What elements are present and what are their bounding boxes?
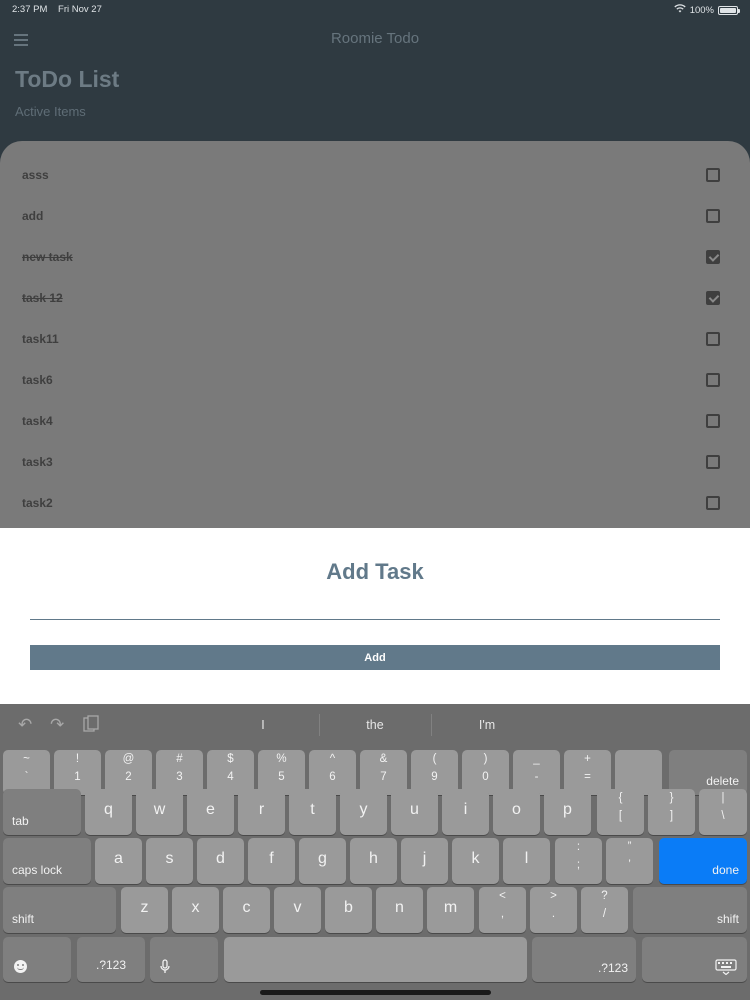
done-key[interactable]: done xyxy=(659,838,747,884)
home-indicator xyxy=(260,990,491,995)
todo-list: asss add new task task 12 task11 task6 t… xyxy=(0,141,750,561)
key-k[interactable]: k xyxy=(452,838,499,884)
todo-label: new task xyxy=(22,250,73,264)
key-v[interactable]: v xyxy=(274,887,321,933)
list-item: new task xyxy=(0,237,750,278)
todo-label: task11 xyxy=(22,332,59,346)
key-d[interactable]: d xyxy=(197,838,244,884)
list-item: task6 xyxy=(0,360,750,401)
todo-checkbox[interactable] xyxy=(706,250,720,264)
caps-lock-key[interactable]: caps lock xyxy=(3,838,91,884)
key-j[interactable]: j xyxy=(401,838,448,884)
numbers-key-left[interactable]: .?123 xyxy=(77,937,145,982)
key-n[interactable]: n xyxy=(376,887,423,933)
todo-label: task 12 xyxy=(22,291,63,305)
key-y[interactable]: y xyxy=(340,789,387,835)
todo-label: task4 xyxy=(22,414,53,428)
task-input[interactable] xyxy=(30,598,720,620)
todo-label: task6 xyxy=(22,373,53,387)
battery-percent: 100% xyxy=(689,4,714,16)
app-title: Roomie Todo xyxy=(330,30,420,47)
key-l[interactable]: l xyxy=(503,838,550,884)
keyboard-dismiss-icon xyxy=(715,959,737,980)
todo-checkbox[interactable] xyxy=(706,455,720,469)
list-item: task2 xyxy=(0,483,750,524)
key-f[interactable]: f xyxy=(248,838,295,884)
todo-label: add xyxy=(22,209,44,223)
todo-label: task3 xyxy=(22,455,53,469)
list-item: task3 xyxy=(0,442,750,483)
key-slash[interactable]: ? / xyxy=(581,887,628,933)
key-i[interactable]: i xyxy=(442,789,489,835)
key-z[interactable]: z xyxy=(121,887,168,933)
status-bar: 2:37 PM Fri Nov 27 100% xyxy=(0,0,750,20)
key-u[interactable]: u xyxy=(391,789,438,835)
key-g[interactable]: g xyxy=(299,838,346,884)
key-o[interactable]: o xyxy=(493,789,540,835)
todo-checkbox[interactable] xyxy=(706,496,720,510)
todo-checkbox[interactable] xyxy=(706,414,720,428)
page-subtitle: Active Items xyxy=(15,104,86,119)
todo-checkbox[interactable] xyxy=(706,209,720,223)
emoji-key[interactable] xyxy=(3,937,71,982)
status-time: 2:37 PM xyxy=(12,4,48,15)
key-t[interactable]: t xyxy=(289,789,336,835)
key-right-bracket[interactable]: }] xyxy=(648,789,695,835)
list-item: add xyxy=(0,196,750,237)
key-p[interactable]: p xyxy=(544,789,591,835)
left-shift-key[interactable]: shift xyxy=(3,887,116,933)
list-item: asss xyxy=(0,155,750,196)
key-period[interactable]: >. xyxy=(530,887,577,933)
key-r[interactable]: r xyxy=(238,789,285,835)
key-a[interactable]: a xyxy=(95,838,142,884)
add-task-panel: Add Task Add xyxy=(0,528,750,704)
dismiss-keyboard-key[interactable] xyxy=(642,937,747,982)
dictation-key[interactable] xyxy=(150,937,218,982)
key-m[interactable]: m xyxy=(427,887,474,933)
page-title: ToDo List xyxy=(15,66,120,92)
status-date: Fri Nov 27 xyxy=(58,4,102,15)
microphone-icon xyxy=(160,959,170,980)
add-task-title: Add Task xyxy=(326,559,424,584)
numbers-key-right[interactable]: .?123 xyxy=(532,937,636,982)
key-h[interactable]: h xyxy=(350,838,397,884)
key-w[interactable]: w xyxy=(136,789,183,835)
list-item: task11 xyxy=(0,319,750,360)
right-shift-key[interactable]: shift xyxy=(633,887,747,933)
key-b[interactable]: b xyxy=(325,887,372,933)
suggestion-3[interactable]: I'm xyxy=(432,718,542,732)
undo-icon[interactable]: ↶ xyxy=(18,715,32,735)
todo-checkbox[interactable] xyxy=(706,168,720,182)
key-q[interactable]: q xyxy=(85,789,132,835)
key-e[interactable]: e xyxy=(187,789,234,835)
emoji-icon xyxy=(14,960,27,973)
todo-checkbox[interactable] xyxy=(706,373,720,387)
key-backslash[interactable]: | \ xyxy=(699,789,747,835)
key-x[interactable]: x xyxy=(172,887,219,933)
list-item: task 12 xyxy=(0,278,750,319)
paste-icon[interactable] xyxy=(83,715,99,738)
todo-label: asss xyxy=(22,168,49,182)
suggestion-bar: ↶ ↷ I the I'm xyxy=(0,704,750,746)
todo-checkbox[interactable] xyxy=(706,291,720,305)
suggestion-2[interactable]: the xyxy=(320,718,430,732)
key-quote[interactable]: ”’ xyxy=(606,838,653,884)
wifi-icon xyxy=(674,4,686,16)
key-s[interactable]: s xyxy=(146,838,193,884)
redo-icon[interactable]: ↷ xyxy=(50,715,64,735)
battery-icon xyxy=(718,5,740,15)
keyboard: ↶ ↷ I the I'm ~ ` ! 1 @2 #3 $4 % 5 ^ 6 & 7 (9… xyxy=(0,704,750,1000)
space-key[interactable] xyxy=(224,937,527,982)
list-item: task4 xyxy=(0,401,750,442)
key-semicolon[interactable]: :; xyxy=(555,838,602,884)
suggestion-1[interactable]: I xyxy=(208,718,318,732)
add-button[interactable]: Add xyxy=(30,645,720,670)
key-c[interactable]: c xyxy=(223,887,270,933)
tab-key[interactable]: tab xyxy=(3,789,81,835)
todo-checkbox[interactable] xyxy=(706,332,720,346)
key-comma[interactable]: <, xyxy=(479,887,526,933)
todo-label: task2 xyxy=(22,496,53,510)
key-left-bracket[interactable]: {[ xyxy=(597,789,644,835)
app-header: Roomie Todo ToDo List Active Items xyxy=(0,20,750,160)
